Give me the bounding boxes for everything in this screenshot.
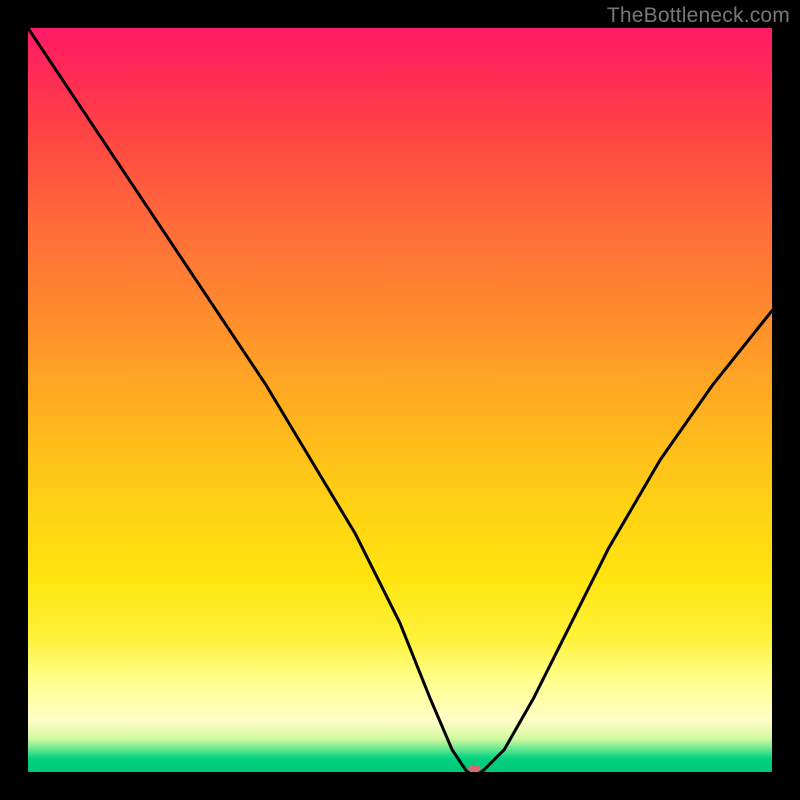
- bottleneck-curve: [28, 28, 772, 772]
- bottleneck-marker: [468, 765, 480, 772]
- chart-container: TheBottleneck.com: [0, 0, 800, 800]
- chart-svg: [28, 28, 772, 772]
- plot-area: [28, 28, 772, 772]
- watermark-text: TheBottleneck.com: [607, 4, 790, 28]
